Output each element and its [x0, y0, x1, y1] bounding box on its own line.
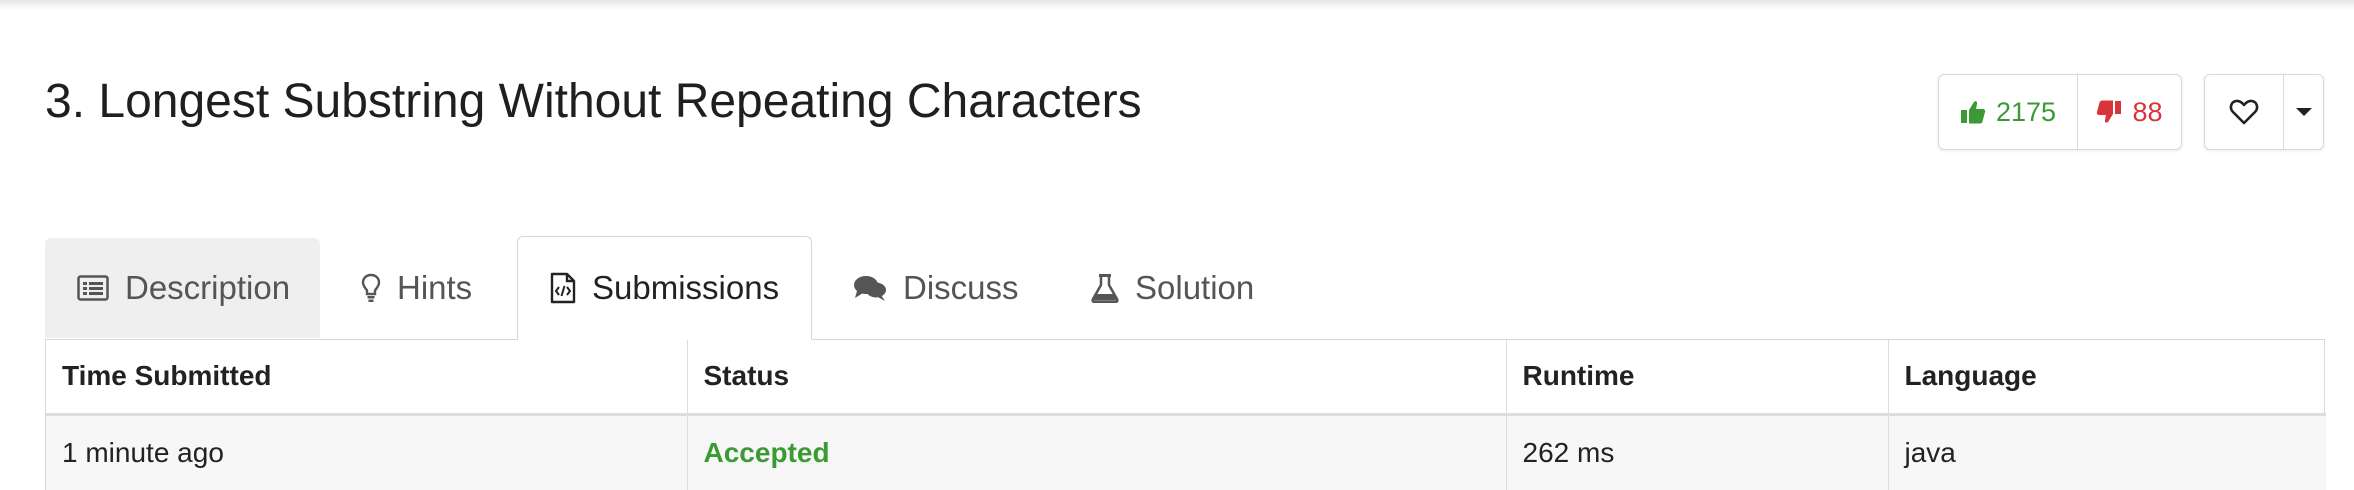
- favorite-group: [2204, 74, 2324, 150]
- code-file-icon: [550, 272, 576, 304]
- dislike-count: 88: [2132, 96, 2163, 127]
- lightbulb-icon: [361, 273, 381, 302]
- favorite-dropdown-button[interactable]: [2284, 75, 2323, 149]
- tab-label: Submissions: [592, 269, 780, 306]
- column-header-status: Status: [686, 340, 1506, 416]
- tab-submissions[interactable]: Submissions: [517, 236, 812, 340]
- submissions-table: Time Submitted Status Runtime Language 1…: [45, 340, 2326, 490]
- column-header-runtime: Runtime: [1505, 340, 1888, 416]
- dislike-button[interactable]: 88: [2078, 75, 2181, 149]
- tab-label: Discuss: [903, 269, 1019, 306]
- tab-discuss[interactable]: Discuss: [853, 238, 1019, 338]
- column-header-time-submitted: Time Submitted: [46, 340, 687, 416]
- list-icon: [77, 275, 109, 301]
- vote-group: 2175 88: [1938, 74, 2182, 150]
- top-shadow: [0, 0, 2354, 10]
- tab-label: Description: [125, 269, 291, 306]
- page-title: 3. Longest Substring Without Repeating C…: [45, 75, 1142, 128]
- heart-outline-icon: [2229, 99, 2259, 125]
- tab-label: Solution: [1135, 269, 1255, 306]
- tab-description[interactable]: Description: [45, 238, 320, 338]
- flask-icon: [1091, 274, 1119, 303]
- cell-status-link[interactable]: Accepted: [686, 414, 1506, 490]
- thumbs-up-icon: [1960, 101, 1986, 124]
- table-header-row: Time Submitted Status Runtime Language: [46, 340, 2326, 416]
- tab-label: Hints: [397, 269, 473, 306]
- thumbs-down-icon: [2097, 100, 2122, 123]
- comments-icon: [854, 276, 886, 301]
- cell-language: java: [1887, 414, 2326, 490]
- caret-down-icon: [2295, 108, 2312, 116]
- favorite-button[interactable]: [2205, 75, 2284, 149]
- tab-solution[interactable]: Solution: [1091, 238, 1254, 338]
- tab-hints[interactable]: Hints: [361, 238, 472, 338]
- column-header-language: Language: [1887, 340, 2326, 416]
- cell-runtime: 262 ms: [1505, 414, 1888, 490]
- cell-time-submitted: 1 minute ago: [46, 414, 687, 490]
- table-row: 1 minute ago Accepted 262 ms java: [46, 414, 2326, 490]
- like-button[interactable]: 2175: [1939, 75, 2078, 149]
- like-count: 2175: [1995, 96, 2057, 127]
- problem-tabs: Description Hints Submissions Discuss So…: [45, 236, 2325, 340]
